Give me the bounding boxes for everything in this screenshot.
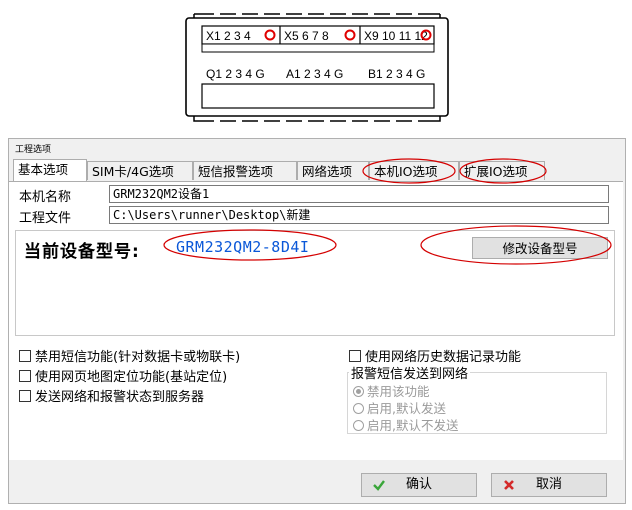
tab-panel-basic: 本机名称 GRM232QM2设备1 工程文件 C:\Users\runner\D… (9, 181, 623, 460)
disable-sms-checkbox[interactable]: 禁用短信功能(针对数据卡或物联卡) (19, 346, 240, 365)
send-status-label: 发送网络和报警状态到服务器 (35, 390, 205, 405)
radio-dot[interactable] (353, 403, 364, 414)
checkbox-box[interactable] (349, 350, 361, 362)
project-file-field[interactable]: C:\Users\runner\Desktop\新建 (109, 206, 609, 224)
web-map-location-label: 使用网页地图定位功能(基站定位) (35, 370, 228, 385)
radio-enable-no-send-label: 启用,默认不发送 (367, 418, 459, 433)
tab-basic[interactable]: 基本选项 (13, 159, 87, 181)
ok-button[interactable]: 确认 (361, 473, 477, 497)
checkbox-box[interactable] (19, 370, 31, 382)
cancel-button[interactable]: 取消 (491, 473, 607, 497)
change-model-button[interactable]: 修改设备型号 (472, 237, 608, 259)
radio-enable-send-label: 启用,默认发送 (367, 401, 446, 416)
device-diagram: X1 2 3 4 X5 6 7 8 X9 10 11 12 Q1 2 3 4 G… (185, 13, 449, 122)
device-model-panel: 当前设备型号: GRM232QM2-8D4I 修改设备型号 (15, 230, 615, 336)
checkbox-box[interactable] (19, 390, 31, 402)
send-status-checkbox[interactable]: 发送网络和报警状态到服务器 (19, 386, 204, 405)
tab-local-io[interactable]: 本机IO选项 (369, 161, 459, 180)
tab-sms-alarm[interactable]: 短信报警选项 (193, 161, 297, 180)
web-map-location-checkbox[interactable]: 使用网页地图定位功能(基站定位) (19, 366, 227, 385)
ok-button-label: 确认 (405, 477, 432, 492)
device-name-label: 本机名称 (19, 190, 72, 205)
project-options-dialog: 工程选项 基本选项 SIM卡/4G选项 短信报警选项 网络选项 本机IO选项 扩… (8, 138, 626, 504)
radio-dot[interactable] (353, 386, 364, 397)
alarm-sms-group-title: 报警短信发送到网络 (349, 363, 471, 382)
tab-network[interactable]: 网络选项 (297, 161, 369, 180)
checkbox-box[interactable] (19, 350, 31, 362)
radio-dot[interactable] (353, 420, 364, 431)
tab-sim-4g[interactable]: SIM卡/4G选项 (87, 161, 193, 180)
model-caption: 当前设备型号: (24, 242, 140, 262)
device-name-field[interactable]: GRM232QM2设备1 (109, 185, 609, 203)
port-label-x5: X5 6 7 8 (284, 29, 329, 43)
radio-enable-no-send[interactable]: 启用,默认不发送 (353, 415, 458, 434)
output-label-q: Q1 2 3 4 G (206, 67, 265, 81)
project-file-label: 工程文件 (19, 211, 72, 226)
output-label-a: A1 2 3 4 G (286, 67, 343, 81)
port-label-x9: X9 10 11 12 (364, 29, 428, 43)
tab-bar: 基本选项 SIM卡/4G选项 短信报警选项 网络选项 本机IO选项 扩展IO选项 (9, 159, 623, 181)
disable-sms-label: 禁用短信功能(针对数据卡或物联卡) (35, 350, 241, 365)
model-value: GRM232QM2-8D4I (176, 238, 310, 256)
port-label-x1: X1 2 3 4 (206, 29, 251, 43)
cancel-button-label: 取消 (535, 477, 562, 492)
dialog-title: 工程选项 (15, 145, 52, 155)
radio-disable-label: 禁用该功能 (367, 384, 430, 399)
tab-extended-io[interactable]: 扩展IO选项 (459, 161, 545, 180)
output-label-b: B1 2 3 4 G (368, 67, 425, 81)
